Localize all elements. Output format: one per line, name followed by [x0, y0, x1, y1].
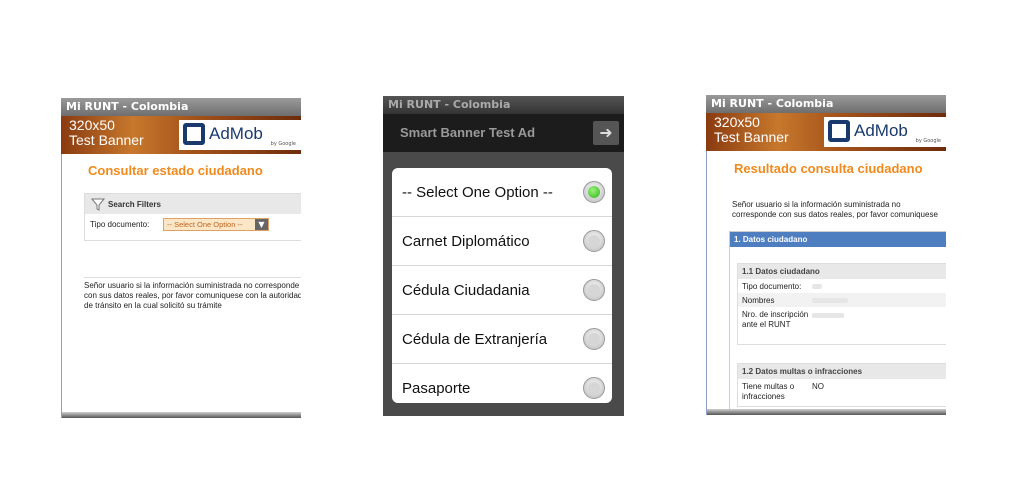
multas-value: NO	[812, 382, 824, 391]
search-filters-label: Search Filters	[108, 200, 161, 209]
tipo-documento-label: Tipo documento:	[742, 281, 802, 291]
app-title: Mi RUNT - Colombia	[61, 98, 301, 116]
section-header: 1. Datos ciudadano	[730, 232, 946, 247]
option-carnet-diplomatico[interactable]: Carnet Diplomático	[392, 217, 612, 266]
option-cedula-ciudadania[interactable]: Cédula Ciudadania	[392, 266, 612, 315]
tipo-documento-select[interactable]: -- Select One Option -- ▼	[163, 218, 269, 231]
notice-text: Señor usuario si la información suminist…	[84, 277, 301, 311]
tipo-documento-value	[812, 283, 822, 289]
multas-label: Tiene multas o infracciones	[742, 382, 795, 401]
nro-inscripcion-value	[812, 313, 844, 318]
smart-banner-ad[interactable]: Smart Banner Test Ad ➜	[383, 114, 624, 152]
radio-icon	[583, 230, 605, 252]
radio-icon	[583, 181, 605, 203]
option-select-one[interactable]: -- Select One Option --	[392, 168, 612, 217]
option-cedula-extranjeria[interactable]: Cédula de Extranjería	[392, 315, 612, 364]
option-pasaporte[interactable]: Pasaporte	[392, 364, 612, 403]
admob-icon	[828, 120, 850, 142]
right-screen: Mi RUNT - Colombia 320x50 Test Banner AdM…	[706, 95, 946, 415]
radio-icon	[583, 377, 605, 399]
bottom-bar	[707, 409, 946, 415]
arrow-right-icon[interactable]: ➜	[593, 121, 619, 145]
bottom-bar	[62, 412, 301, 418]
app-title: Mi RUNT - Colombia	[706, 95, 946, 113]
notice-text: Señor usuario si la información suminist…	[732, 200, 938, 219]
dropdown-arrow-icon: ▼	[255, 219, 268, 230]
admob-icon	[183, 123, 205, 145]
banner-text: 320x50 Test Banner	[714, 114, 789, 145]
app-title: Mi RUNT - Colombia	[383, 96, 624, 114]
left-screen: Mi RUNT - Colombia 320x50 Test Banner AdM…	[61, 98, 301, 418]
options-dialog: -- Select One Option -- Carnet Diplomáti…	[392, 168, 612, 403]
admob-logo: AdMob by Google	[179, 120, 301, 150]
page-title: Resultado consulta ciudadano	[734, 161, 923, 176]
radio-icon	[583, 328, 605, 350]
ad-banner[interactable]: 320x50 Test Banner AdMob by Google	[706, 113, 946, 151]
ad-banner[interactable]: 320x50 Test Banner AdMob by Google	[61, 116, 301, 154]
nro-inscripcion-label: Nro. de inscripción ante el RUNT	[742, 310, 809, 329]
subsection-datos: 1.1 Datos ciudadano Tipo documento: Nomb…	[737, 263, 946, 345]
banner-text: 320x50 Test Banner	[69, 117, 144, 148]
nombres-label: Nombres	[742, 295, 775, 305]
nombres-value	[812, 297, 848, 303]
subsection-multas: 1.2 Datos multas o infracciones Tiene mu…	[737, 363, 946, 407]
tipo-documento-label: Tipo documento:	[90, 220, 150, 229]
radio-icon	[583, 279, 605, 301]
search-filters-box: Search Filters Tipo documento: -- Select…	[84, 193, 301, 241]
middle-screen: Mi RUNT - Colombia Smart Banner Test Ad …	[383, 96, 624, 416]
section-datos-ciudadano: 1. Datos ciudadano 1.1 Datos ciudadano T…	[729, 231, 946, 415]
admob-logo: AdMob by Google	[824, 117, 946, 147]
page-title: Consultar estado ciudadano	[88, 163, 263, 178]
filter-icon	[91, 198, 105, 211]
ad-text: Smart Banner Test Ad	[400, 125, 536, 140]
